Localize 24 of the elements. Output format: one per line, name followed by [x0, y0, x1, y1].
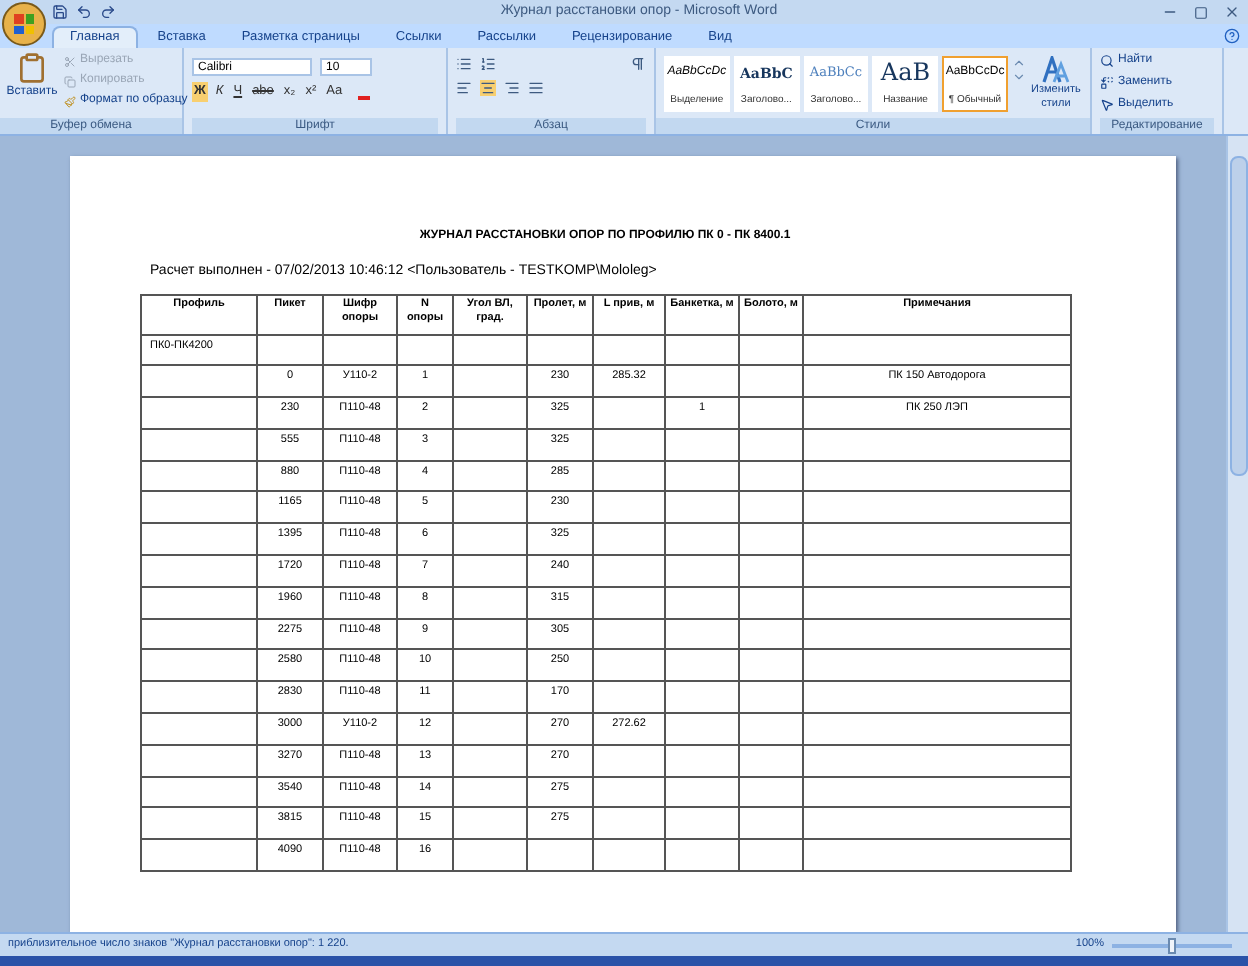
justify-icon[interactable]	[528, 80, 544, 96]
help-icon[interactable]	[1224, 28, 1240, 44]
close-icon[interactable]	[1223, 4, 1240, 20]
zoom-slider-thumb[interactable]	[1168, 937, 1176, 953]
copy-icon	[64, 75, 76, 87]
numbering-icon[interactable]	[480, 56, 496, 72]
office-logo-icon	[14, 14, 34, 34]
save-icon[interactable]	[52, 4, 68, 20]
vertical-scrollbar[interactable]	[1226, 136, 1248, 932]
pointer-icon	[1100, 98, 1114, 112]
scroll-up-icon[interactable]	[1011, 56, 1026, 70]
scissors-icon	[64, 55, 76, 67]
align-left-icon[interactable]	[456, 80, 472, 96]
paintbrush-icon	[64, 95, 76, 107]
align-right-icon[interactable]	[504, 80, 520, 96]
bullets-icon[interactable]	[456, 56, 472, 72]
scroll-down-icon[interactable]	[1011, 70, 1026, 84]
letters-icon	[1041, 56, 1070, 84]
align-center-icon[interactable]	[480, 80, 496, 96]
redo-icon[interactable]	[100, 4, 116, 20]
pilcrow-icon[interactable]	[630, 56, 646, 72]
maximize-icon[interactable]	[1193, 5, 1208, 19]
clipboard-icon	[16, 52, 48, 84]
undo-icon[interactable]	[76, 4, 92, 20]
